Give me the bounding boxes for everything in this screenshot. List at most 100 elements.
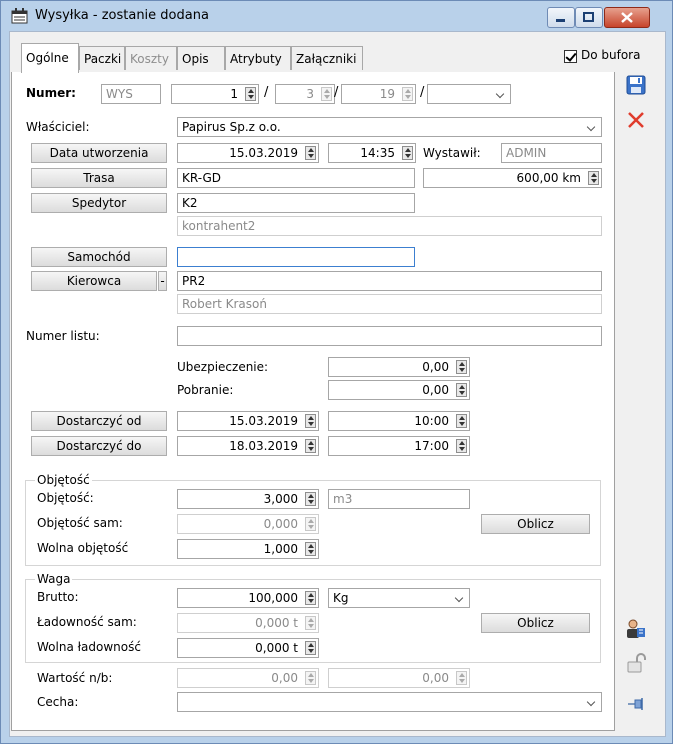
pin-button[interactable]: [625, 693, 647, 715]
lock-button[interactable]: [625, 652, 647, 674]
dostarczyc-od-time-value: 10:00: [414, 414, 449, 428]
kierowca-code-field[interactable]: PR2: [177, 271, 602, 291]
numer-month-spinner[interactable]: [321, 87, 332, 101]
minimize-button[interactable]: [547, 7, 575, 28]
numer-separator: /: [264, 85, 269, 100]
time-spinner[interactable]: [402, 146, 413, 160]
date-spinner[interactable]: [305, 414, 316, 428]
users-icon: [627, 619, 645, 638]
brutto-field[interactable]: 100,000: [177, 588, 319, 608]
cecha-combo[interactable]: [177, 692, 602, 712]
numer-number-value: 1: [230, 87, 238, 101]
ladownosc-sam-field: 0,000 t: [177, 613, 319, 633]
dostarczyc-do-button[interactable]: Dostarczyć do: [31, 436, 167, 456]
cancel-button[interactable]: [625, 109, 647, 131]
ubezpieczenie-label: Ubezpieczenie:: [177, 360, 269, 374]
wystawil-field: ADMIN: [501, 143, 602, 163]
objetosc-label: Objętość:: [37, 491, 94, 505]
pobranie-label: Pobranie:: [177, 383, 234, 397]
trasa-distance-value: 600,00 km: [516, 171, 581, 185]
kierowca-dash-button[interactable]: -: [158, 271, 167, 291]
objetosc-sam-spinner: [305, 517, 316, 531]
numer-year-field[interactable]: 19: [341, 84, 416, 104]
dostarczyc-do-date-value: 18.03.2019: [229, 439, 298, 453]
dostarczyc-od-button[interactable]: Dostarczyć od: [31, 411, 167, 431]
maximize-button[interactable]: [575, 7, 603, 28]
do-bufora-checkbox[interactable]: [564, 50, 577, 63]
trasa-field[interactable]: KR-GD: [177, 168, 415, 188]
numer-year-spinner[interactable]: [402, 87, 413, 101]
wlasciciel-combo[interactable]: Papirus Sp.z o.o.: [177, 117, 602, 137]
data-utworzenia-time-field[interactable]: 14:35: [328, 143, 416, 163]
tab-ogolne[interactable]: Ogólne: [21, 43, 79, 73]
chevron-down-icon[interactable]: [452, 590, 468, 606]
objetosc-sam-label: Objętość sam:: [37, 516, 123, 530]
brutto-spinner[interactable]: [305, 591, 316, 605]
dostarczyc-od-date-field[interactable]: 15.03.2019: [177, 411, 319, 431]
numer-prefix-field: WYS: [101, 84, 161, 104]
save-button[interactable]: [625, 74, 647, 96]
wolna-objetosc-field[interactable]: 1,000: [177, 539, 319, 559]
objetosc-oblicz-button[interactable]: Oblicz: [481, 514, 590, 534]
numer-listu-field[interactable]: [177, 326, 602, 346]
trasa-button[interactable]: Trasa: [31, 168, 167, 188]
dostarczyc-od-time-field[interactable]: 10:00: [328, 411, 470, 431]
numer-month-field[interactable]: 3: [275, 84, 335, 104]
wolna-ladownosc-field[interactable]: 0,000 t: [177, 638, 319, 658]
data-utworzenia-date-field[interactable]: 15.03.2019: [177, 143, 319, 163]
time-spinner[interactable]: [456, 439, 467, 453]
ubezpieczenie-field[interactable]: 0,00: [328, 357, 470, 377]
tab-paczki[interactable]: Paczki: [79, 46, 125, 70]
minimize-icon: [556, 19, 565, 22]
close-button[interactable]: [604, 7, 650, 28]
chevron-down-icon[interactable]: [493, 86, 509, 102]
numer-number-field[interactable]: 1: [171, 84, 259, 104]
time-spinner[interactable]: [456, 414, 467, 428]
tab-atrybuty[interactable]: Atrybuty: [225, 46, 291, 70]
data-utworzenia-button[interactable]: Data utworzenia: [31, 143, 167, 163]
numer-number-spinner[interactable]: [245, 87, 256, 101]
ladownosc-sam-spinner: [305, 616, 316, 630]
waga-oblicz-button[interactable]: Oblicz: [481, 613, 590, 633]
dostarczyc-do-date-field[interactable]: 18.03.2019: [177, 436, 319, 456]
wartosc-value-2: 0,00: [422, 671, 449, 685]
objetosc-field[interactable]: 3,000: [177, 489, 319, 509]
spedytor-button[interactable]: Spedytor: [31, 193, 167, 213]
wolna-objetosc-spinner[interactable]: [305, 542, 316, 556]
distance-spinner[interactable]: [588, 171, 599, 185]
maximize-icon: [583, 12, 594, 22]
kierowca-button[interactable]: Kierowca: [31, 271, 157, 291]
wystawil-label: Wystawił:: [423, 146, 481, 160]
title-bar[interactable]: Wysyłka - zostanie dodana: [1, 1, 672, 31]
wartosc-value-1: 0,00: [271, 671, 298, 685]
objetosc-spinner[interactable]: [305, 492, 316, 506]
users-button[interactable]: [625, 618, 647, 640]
waga-unit-combo[interactable]: Kg: [328, 588, 470, 608]
dostarczyc-do-time-field[interactable]: 17:00: [328, 436, 470, 456]
pobranie-spinner[interactable]: [456, 383, 467, 397]
window-title: Wysyłka - zostanie dodana: [35, 8, 209, 23]
date-spinner[interactable]: [305, 146, 316, 160]
ubezpieczenie-value: 0,00: [422, 360, 449, 374]
samochod-field[interactable]: [177, 247, 415, 267]
wolna-objetosc-value: 1,000: [263, 542, 298, 556]
date-spinner[interactable]: [305, 439, 316, 453]
wartosc-label: Wartość n/b:: [37, 671, 113, 685]
tab-zalaczniki[interactable]: Załączniki: [291, 46, 363, 70]
window: Wysyłka - zostanie dodana Ogólne Paczki …: [0, 0, 673, 744]
close-icon: [628, 112, 644, 128]
chevron-down-icon[interactable]: [584, 694, 600, 710]
spedytor-code-field[interactable]: K2: [177, 193, 415, 213]
trasa-distance-field[interactable]: 600,00 km: [423, 168, 602, 188]
chevron-down-icon[interactable]: [584, 119, 600, 135]
samochod-button[interactable]: Samochód: [31, 247, 167, 267]
wolna-ladownosc-spinner[interactable]: [305, 641, 316, 655]
tab-opis[interactable]: Opis: [177, 46, 225, 70]
numer-series-combo[interactable]: [427, 84, 511, 104]
pobranie-field[interactable]: 0,00: [328, 380, 470, 400]
shipment-app-icon: [11, 8, 28, 24]
wartosc-spinner: [456, 671, 467, 685]
brutto-value: 100,000: [248, 591, 298, 605]
ubezpieczenie-spinner[interactable]: [456, 360, 467, 374]
numer-separator: /: [334, 85, 339, 100]
